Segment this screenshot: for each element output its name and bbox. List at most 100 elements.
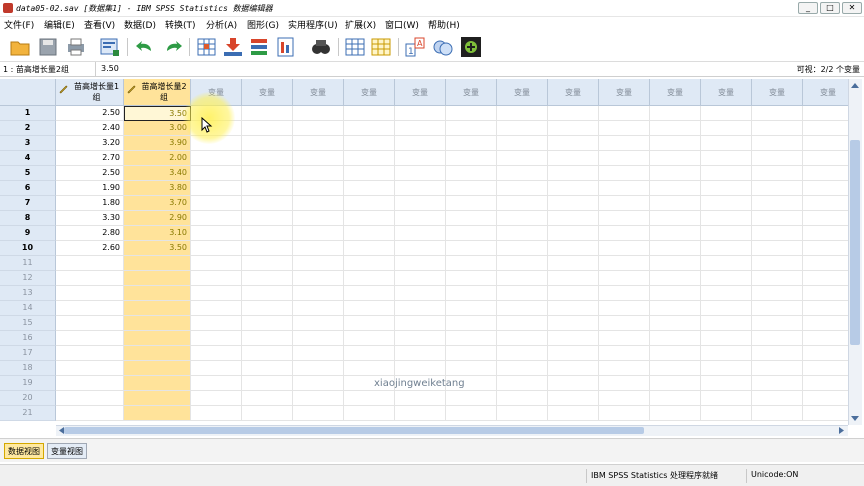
table-cell[interactable] [650,376,701,391]
vertical-scroll-thumb[interactable] [850,140,860,345]
row-header[interactable]: 8 [0,211,56,226]
table-cell[interactable] [124,271,191,286]
table-cell[interactable] [344,196,395,211]
table-cell[interactable] [497,406,548,421]
table-cell[interactable]: 3.40 [124,166,191,181]
table-cell[interactable] [497,241,548,256]
row-header[interactable]: 13 [0,286,56,301]
table-cell[interactable] [191,256,242,271]
undo-icon[interactable] [134,36,156,58]
column-header-empty[interactable]: 变量 [650,79,701,106]
table-cell[interactable] [752,361,803,376]
table-cell[interactable] [191,286,242,301]
table-cell[interactable] [497,181,548,196]
goto-case-icon[interactable] [196,36,218,58]
table-cell[interactable] [599,391,650,406]
row-header[interactable]: 11 [0,256,56,271]
row-header[interactable]: 6 [0,181,56,196]
table-cell[interactable] [191,151,242,166]
table-cell[interactable] [548,316,599,331]
table-cell[interactable] [395,271,446,286]
table-cell[interactable] [701,181,752,196]
table-cell[interactable] [293,211,344,226]
table-cell[interactable] [803,106,848,121]
table-cell[interactable] [548,211,599,226]
table-cell[interactable] [650,211,701,226]
table-cell[interactable] [701,271,752,286]
table-cell[interactable] [548,196,599,211]
table-cell[interactable]: 2.60 [56,241,124,256]
table-cell[interactable] [497,211,548,226]
table-cell[interactable] [497,346,548,361]
scroll-down-icon[interactable] [850,415,860,423]
table-cell[interactable] [650,151,701,166]
table-cell[interactable] [701,286,752,301]
table-cell[interactable] [191,166,242,181]
table-cell[interactable] [497,301,548,316]
menu-window[interactable]: 窗口(W) [385,18,419,31]
table-cell[interactable] [344,151,395,166]
table-cell[interactable] [803,271,848,286]
table-cell[interactable] [56,361,124,376]
table-cell[interactable] [548,376,599,391]
table-cell[interactable] [242,226,293,241]
table-cell[interactable] [650,361,701,376]
table-cell[interactable]: 1.80 [56,196,124,211]
table-cell[interactable] [752,166,803,181]
table-cell[interactable] [803,181,848,196]
table-cell[interactable] [599,166,650,181]
table-cell[interactable] [446,121,497,136]
table-cell[interactable] [599,346,650,361]
table-cell[interactable]: 3.50 [124,241,191,256]
table-cell[interactable] [803,226,848,241]
scroll-up-icon[interactable] [850,81,860,89]
table-cell[interactable] [548,106,599,121]
table-cell[interactable] [752,301,803,316]
column-header-empty[interactable]: 变量 [803,79,848,106]
table-cell[interactable] [599,106,650,121]
row-header[interactable]: 4 [0,151,56,166]
table-cell[interactable] [701,166,752,181]
table-cell[interactable] [701,106,752,121]
table-cell[interactable] [599,331,650,346]
table-cell[interactable] [124,391,191,406]
table-cell[interactable] [191,361,242,376]
dialog-recall-icon[interactable] [99,36,121,58]
table-cell[interactable] [701,301,752,316]
table-cell[interactable] [752,151,803,166]
table-cell[interactable] [395,391,446,406]
close-button[interactable]: ✕ [842,2,862,14]
table-cell[interactable] [191,331,242,346]
table-cell[interactable] [446,106,497,121]
table-cell[interactable] [395,256,446,271]
table-cell[interactable] [599,301,650,316]
menu-view[interactable]: 查看(V) [84,18,115,31]
table-cell[interactable] [344,241,395,256]
table-cell[interactable] [701,211,752,226]
table-cell[interactable] [395,121,446,136]
table-cell[interactable] [124,376,191,391]
goto-variable-icon[interactable] [222,36,244,58]
table-cell[interactable] [242,331,293,346]
column-header-empty[interactable]: 变量 [395,79,446,106]
table-cell[interactable] [242,391,293,406]
table-cell[interactable] [803,301,848,316]
redo-icon[interactable] [162,36,184,58]
table-cell[interactable] [548,226,599,241]
table-cell[interactable] [803,361,848,376]
table-cell[interactable]: 2.70 [56,151,124,166]
table-cell[interactable]: 3.30 [56,211,124,226]
table-cell[interactable] [191,271,242,286]
table-cell[interactable] [446,286,497,301]
table-cell[interactable] [56,301,124,316]
table-cell[interactable] [191,241,242,256]
table-cell[interactable] [752,121,803,136]
table-cell[interactable] [803,391,848,406]
row-header[interactable]: 12 [0,271,56,286]
table-cell[interactable] [548,406,599,421]
table-cell[interactable] [446,241,497,256]
tab-data-view[interactable]: 数据视图 [4,443,44,459]
table-cell[interactable] [56,256,124,271]
table-cell[interactable]: 2.80 [56,226,124,241]
table-cell[interactable] [599,211,650,226]
